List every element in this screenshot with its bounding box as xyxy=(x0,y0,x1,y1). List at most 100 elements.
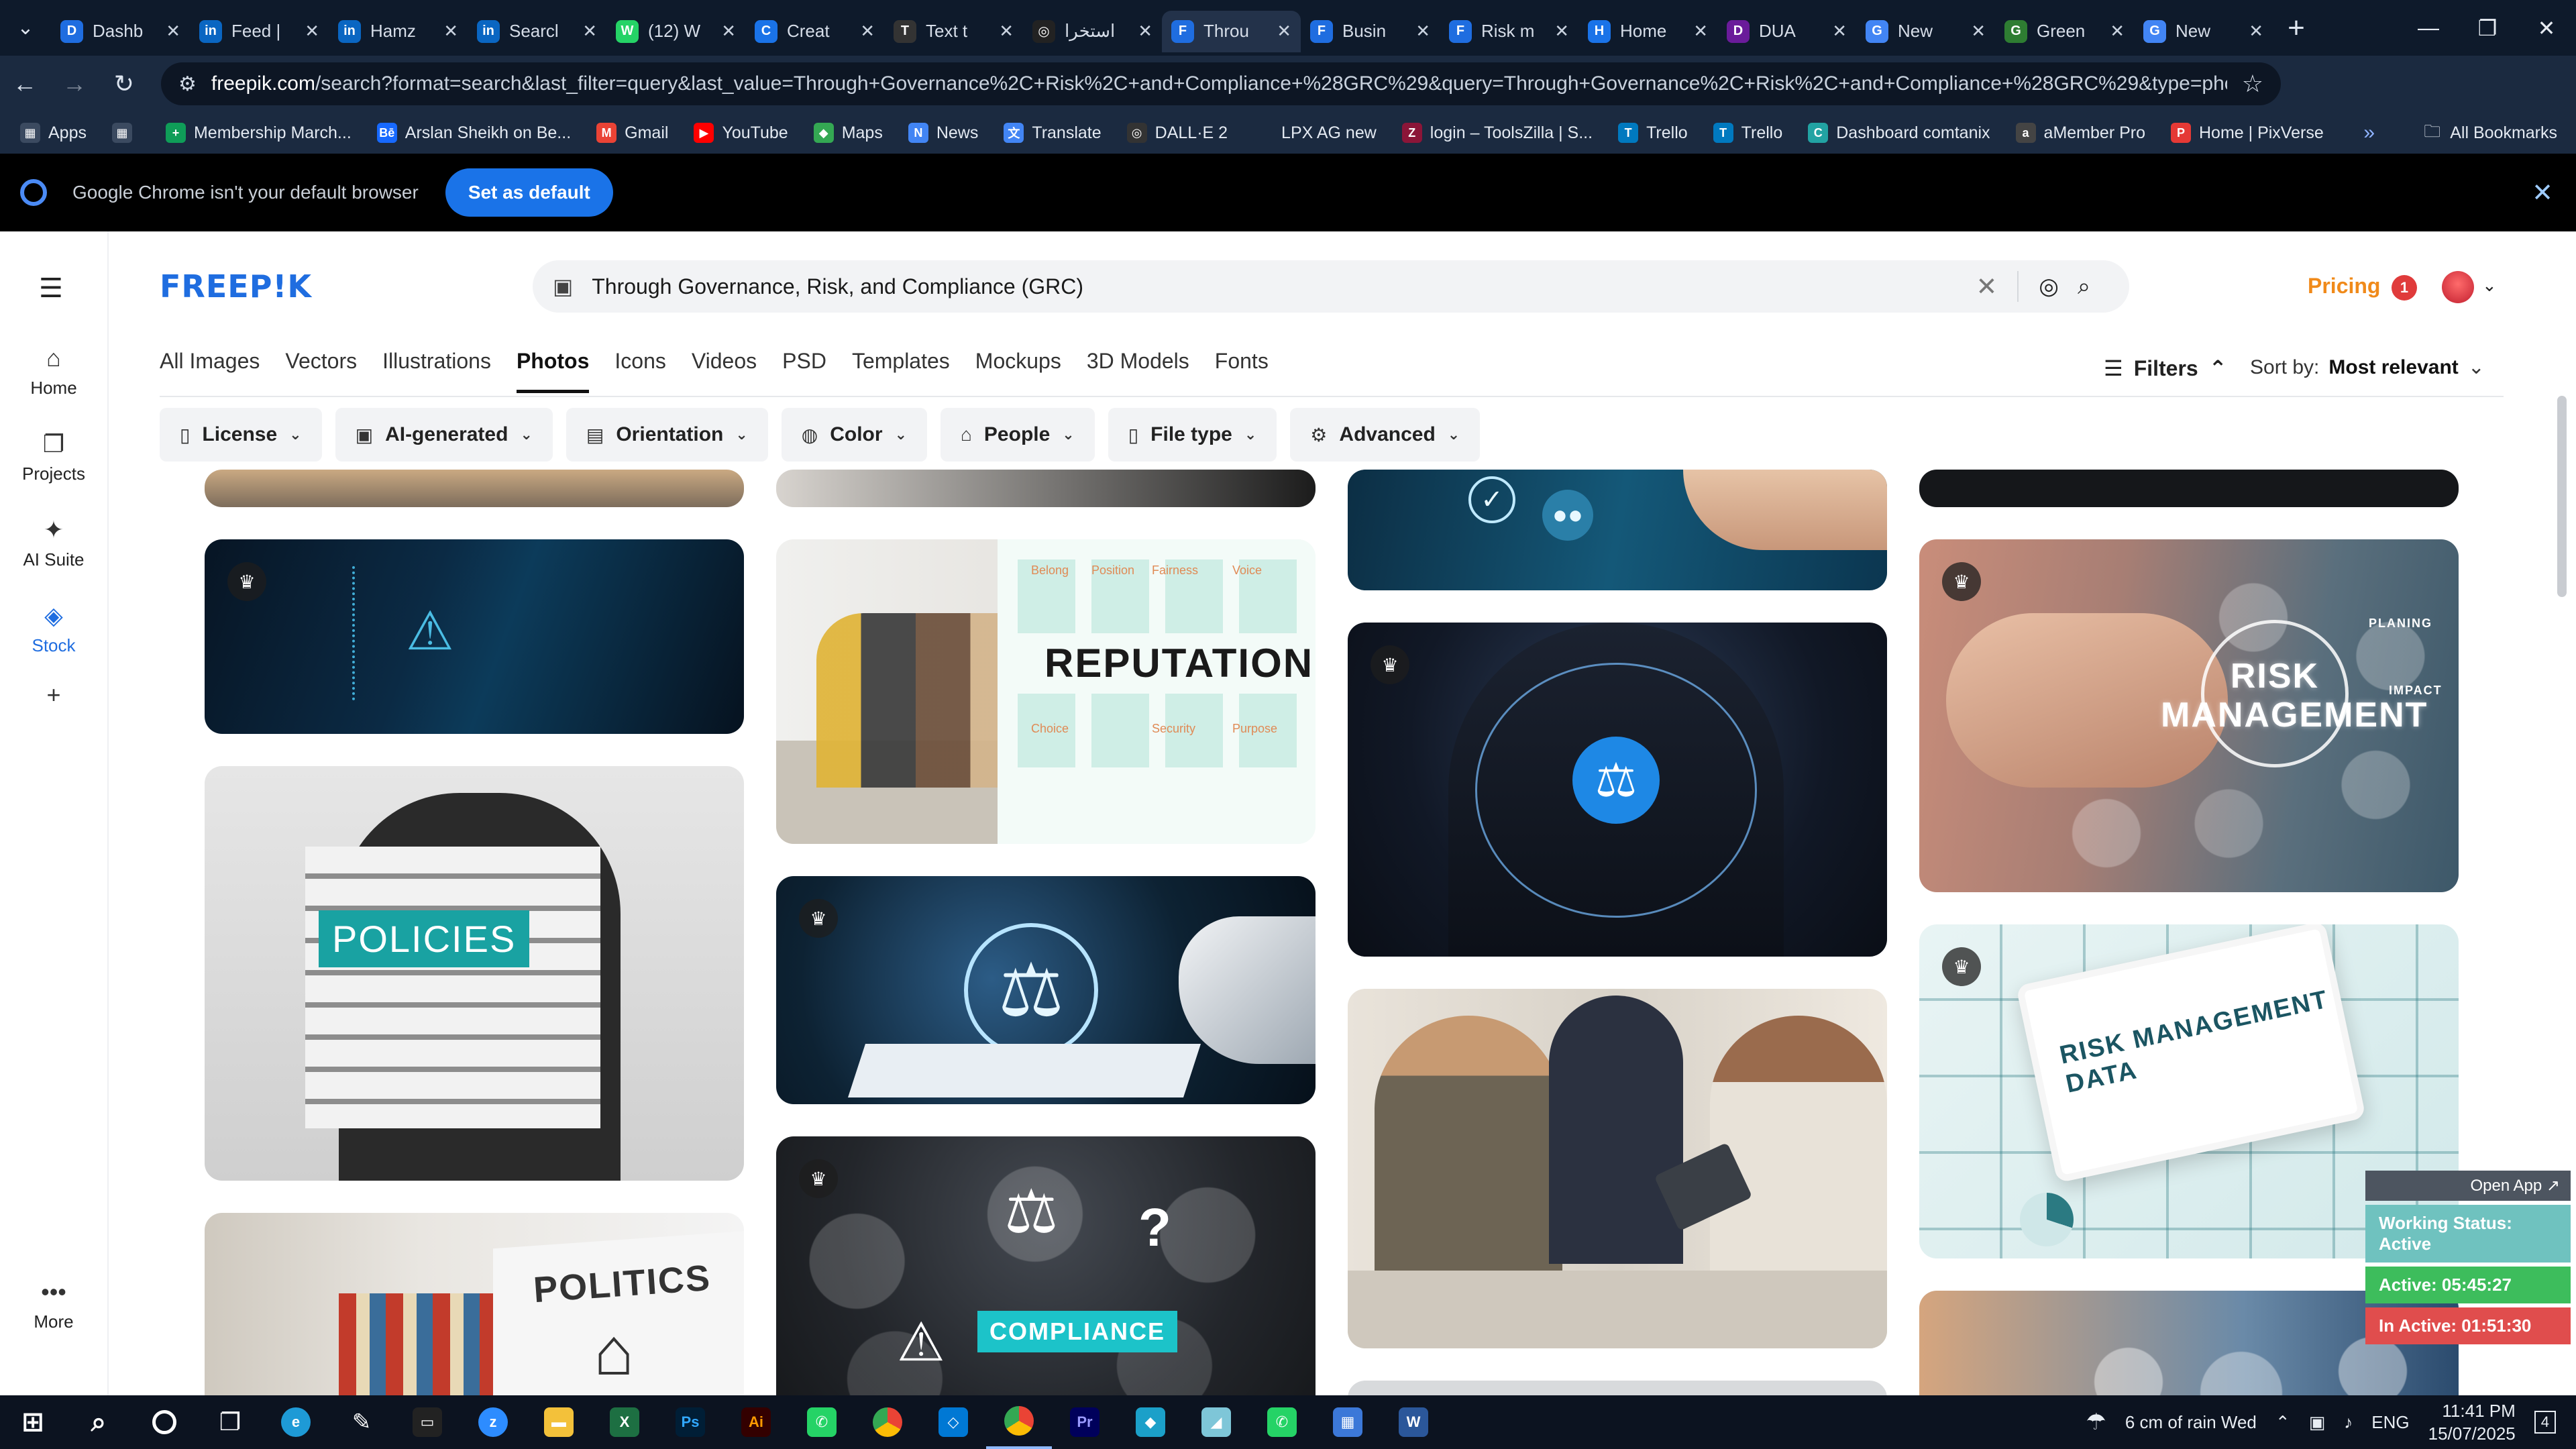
bookmark-item[interactable]: Bē Arslan Sheikh on Be... xyxy=(376,123,571,143)
filter-chip[interactable]: ⚙ Advanced ⌄ xyxy=(1290,408,1481,462)
bookmark-item[interactable]: T Trello xyxy=(1713,123,1782,143)
chevron-down-icon[interactable]: ⌄ xyxy=(2482,275,2497,296)
category-tab[interactable]: Mockups xyxy=(975,349,1061,393)
language-indicator[interactable]: ENG xyxy=(2371,1412,2409,1433)
url-text[interactable]: freepik.com/search?format=search&last_fi… xyxy=(211,72,2227,95)
tab-close-icon[interactable]: ✕ xyxy=(1693,21,1708,42)
bookmark-item[interactable]: Zlogin – ToolsZilla | S... xyxy=(1401,123,1593,143)
category-tab[interactable]: Illustrations xyxy=(382,349,491,393)
category-tab[interactable]: Icons xyxy=(614,349,665,393)
browser-tab[interactable]: F Risk m ✕ xyxy=(1440,11,1578,52)
browser-tab[interactable]: H Home ✕ xyxy=(1578,11,1717,52)
cortana-icon[interactable] xyxy=(131,1395,197,1449)
browser-tab[interactable]: F Throu ✕ xyxy=(1162,10,1301,52)
phone-app-icon-2[interactable]: ✆ xyxy=(1249,1395,1315,1449)
category-tab[interactable]: Vectors xyxy=(285,349,357,393)
image-card[interactable]: ✓ ●● xyxy=(1348,470,1887,590)
bookmark-item[interactable]: N News xyxy=(908,123,978,143)
category-tab[interactable]: All Images xyxy=(160,349,260,393)
bookmark-item[interactable]: P Home | PixVerse xyxy=(2171,123,2324,143)
image-type-icon[interactable]: ▣ xyxy=(553,274,573,299)
image-card[interactable] xyxy=(1348,1381,1887,1395)
pricing-link[interactable]: Pricing xyxy=(2308,274,2380,299)
user-avatar[interactable] xyxy=(2442,271,2474,303)
bookmarks-overflow-icon[interactable]: » xyxy=(2363,121,2375,144)
maximize-button[interactable]: ❐ xyxy=(2458,0,2517,56)
bookmark-item[interactable]: ◆ Maps xyxy=(813,123,883,143)
excel-icon[interactable]: X xyxy=(592,1395,657,1449)
notification-center-icon[interactable]: 4 xyxy=(2534,1411,2556,1434)
image-card[interactable] xyxy=(205,470,744,507)
pen-tool-icon[interactable]: ✎ xyxy=(329,1395,394,1449)
premiere-icon[interactable]: Pr xyxy=(1052,1395,1118,1449)
calculator-icon[interactable]: ▦ xyxy=(1315,1395,1381,1449)
tab-close-icon[interactable]: ✕ xyxy=(443,21,458,42)
new-tab-button[interactable]: + xyxy=(2273,5,2320,52)
zoom-icon[interactable]: z xyxy=(460,1395,526,1449)
browser-tab[interactable]: G New ✕ xyxy=(1856,11,1995,52)
bookmark-item[interactable]: T Trello xyxy=(1618,123,1688,143)
tab-close-icon[interactable]: ✕ xyxy=(1415,21,1430,42)
chrome-active-icon[interactable] xyxy=(986,1395,1052,1449)
browser-tab[interactable]: in Hamz ✕ xyxy=(329,11,468,52)
close-window-button[interactable]: ✕ xyxy=(2517,0,2576,56)
browser-tab[interactable]: F Busin ✕ xyxy=(1301,11,1440,52)
freepik-logo[interactable]: FREEP!K xyxy=(160,268,312,305)
image-card[interactable] xyxy=(1348,989,1887,1348)
tab-search-button[interactable]: ⌄ xyxy=(0,0,51,56)
filter-chip[interactable]: ▯ License ⌄ xyxy=(160,408,322,462)
bookmark-item[interactable]: C Dashboard comtanix xyxy=(1808,123,1990,143)
terminal-icon[interactable]: ▭ xyxy=(394,1395,460,1449)
tab-close-icon[interactable]: ✕ xyxy=(582,21,597,42)
browser-tab[interactable]: G Green ✕ xyxy=(1995,11,2134,52)
task-view-icon[interactable]: ❐ xyxy=(197,1395,263,1449)
bookmark-item[interactable]: LPX AG new xyxy=(1253,123,1377,143)
reload-button[interactable]: ↻ xyxy=(99,56,149,112)
category-tab[interactable]: PSD xyxy=(782,349,826,393)
all-bookmarks-button[interactable]: 🗀 All Bookmarks xyxy=(2424,119,2557,148)
filters-toggle[interactable]: ☰ Filters ⌃ xyxy=(2104,356,2227,381)
category-tab[interactable]: Templates xyxy=(852,349,950,393)
browser-tab[interactable]: T Text t ✕ xyxy=(884,11,1023,52)
category-tab[interactable]: Photos xyxy=(516,349,590,393)
hamburger-menu-icon[interactable]: ☰ xyxy=(39,273,63,304)
image-card[interactable]: ⚠ ♛ xyxy=(205,539,744,734)
search-input[interactable] xyxy=(592,274,1956,299)
browser-tab[interactable]: ◎ استخرا ✕ xyxy=(1023,11,1162,52)
tab-close-icon[interactable]: ✕ xyxy=(1832,21,1847,42)
image-card[interactable]: ⚖ ? ⚠ COMPLIANCE ♛ xyxy=(776,1136,1316,1395)
browser-tab[interactable]: G New ✕ xyxy=(2134,11,2273,52)
image-card[interactable]: RISK MANAGEMENT PLANING IMPACT ♛ xyxy=(1919,539,2459,892)
app-icon-2[interactable]: ◢ xyxy=(1183,1395,1249,1449)
bookmark-item[interactable]: ▦ Apps xyxy=(20,123,87,143)
edge-icon[interactable]: e xyxy=(263,1395,329,1449)
browser-tab[interactable]: D DUA ✕ xyxy=(1717,11,1856,52)
bookmark-item[interactable]: + Membership March... xyxy=(165,123,352,143)
image-card[interactable]: ⚖ ♛ xyxy=(1348,623,1887,957)
tab-close-icon[interactable]: ✕ xyxy=(721,21,736,42)
sort-dropdown[interactable]: Sort by: Most relevant ⌄ xyxy=(2250,356,2485,379)
tab-close-icon[interactable]: ✕ xyxy=(1971,21,1986,42)
start-button[interactable]: ⊞ xyxy=(0,1395,66,1449)
filter-chip[interactable]: ▤ Orientation ⌄ xyxy=(566,408,768,462)
network-icon[interactable]: ▣ xyxy=(2309,1412,2326,1433)
bookmark-item[interactable]: ▶ YouTube xyxy=(694,123,788,143)
app-icon-1[interactable]: ◆ xyxy=(1118,1395,1183,1449)
photoshop-icon[interactable]: Ps xyxy=(657,1395,723,1449)
category-tab[interactable]: Fonts xyxy=(1215,349,1269,393)
camera-search-icon[interactable]: ◎ xyxy=(2039,273,2059,300)
tray-chevron-icon[interactable]: ⌃ xyxy=(2275,1412,2290,1433)
vscode-icon[interactable]: ◇ xyxy=(920,1395,986,1449)
browser-tab[interactable]: D Dashb ✕ xyxy=(51,11,190,52)
tab-close-icon[interactable]: ✕ xyxy=(166,21,180,42)
bookmark-item[interactable]: a aMember Pro xyxy=(2015,123,2145,143)
tab-close-icon[interactable]: ✕ xyxy=(1554,21,1569,42)
phone-app-icon[interactable]: ✆ xyxy=(789,1395,855,1449)
filter-chip[interactable]: ▯ File type ⌄ xyxy=(1108,408,1277,462)
notification-badge[interactable]: 1 xyxy=(2392,275,2417,301)
tab-close-icon[interactable]: ✕ xyxy=(1277,21,1291,42)
tab-close-icon[interactable]: ✕ xyxy=(999,21,1014,42)
image-card[interactable]: ⚖ ♛ xyxy=(776,876,1316,1104)
browser-tab[interactable]: W (12) W ✕ xyxy=(606,11,745,52)
browser-tab[interactable]: in Feed | ✕ xyxy=(190,11,329,52)
